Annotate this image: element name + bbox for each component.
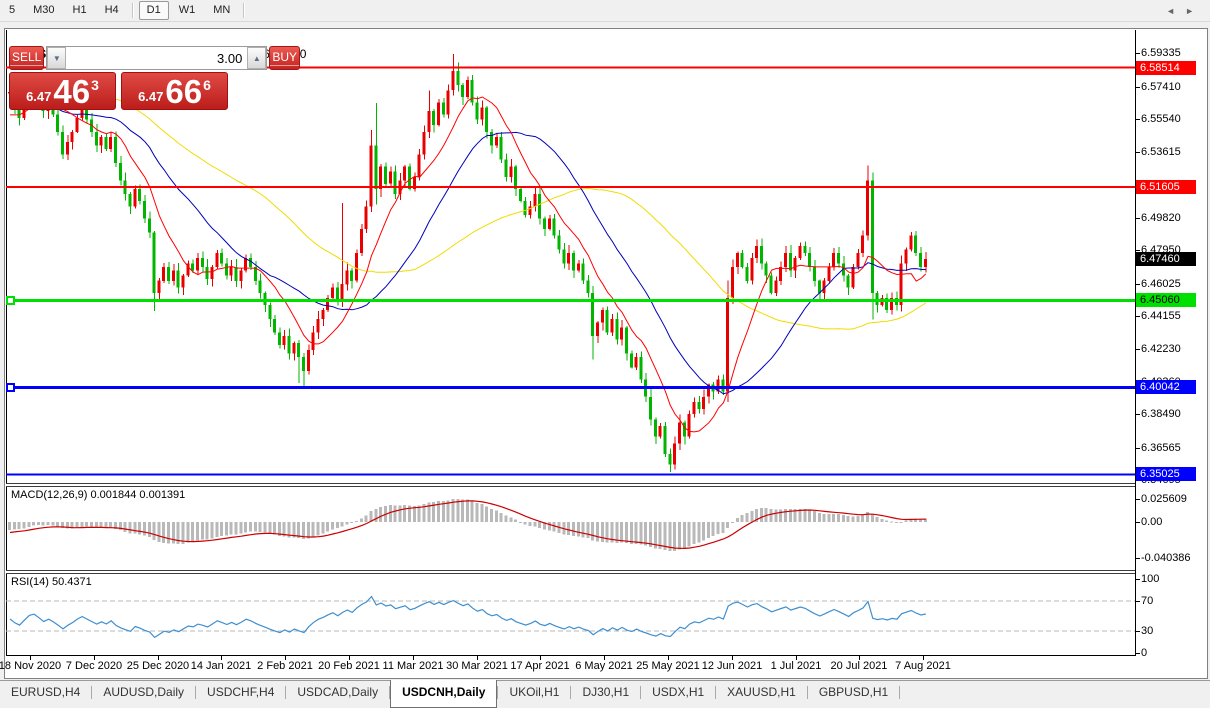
- toolbar-separator: [132, 3, 134, 18]
- up-arrow-icon: ▲: [253, 54, 261, 63]
- chart-tab-gbpusd[interactable]: GBPUSD,H1: [808, 681, 899, 707]
- price-tick-label: 6.42230: [1141, 342, 1181, 356]
- chart-tab-usdcnh[interactable]: USDCNH,Daily: [390, 680, 497, 708]
- timeframe-toolbar: 5M30H1H4 D1W1MN: [0, 0, 1210, 22]
- axis-tick-mark: [1135, 601, 1140, 602]
- price-tick-label: 6.46025: [1141, 277, 1181, 291]
- rsi-tick-label: 100: [1141, 572, 1159, 586]
- macd-tick-label: 0.025609: [1141, 492, 1187, 506]
- macd-tick-label: -0.040386: [1141, 551, 1191, 565]
- down-arrow-icon: ▼: [53, 54, 61, 63]
- chart-tab-audusd[interactable]: AUDUSD,Daily: [92, 681, 195, 707]
- price-level-badge: 6.45060: [1136, 293, 1196, 307]
- chart-tab-usdcad[interactable]: USDCAD,Daily: [286, 681, 389, 707]
- sell-price-prefix: 6.47: [26, 89, 51, 104]
- price-tick-label: 6.55540: [1141, 112, 1181, 126]
- buy-price-sup: 6: [203, 77, 211, 93]
- axis-tick-mark: [1135, 522, 1140, 523]
- price-level-badge: 6.47460: [1136, 252, 1196, 266]
- chart-tab-ukoil[interactable]: UKOil,H1: [498, 681, 570, 707]
- axis-tick-mark: [1135, 316, 1140, 317]
- tab-scroll-arrows: ◄►: [1166, 6, 1204, 16]
- timeframe-button-d1[interactable]: D1: [139, 1, 169, 20]
- axis-tick-mark: [1135, 87, 1140, 88]
- macd-tick-label: 0.00: [1141, 515, 1162, 529]
- axis-tick-mark: [1135, 653, 1140, 654]
- one-click-trading-panel: SELL ▼ ▲ BUY 6.47463 6.47666: [9, 46, 228, 110]
- rsi-tick-label: 0: [1141, 646, 1147, 660]
- chart-tab-eurusd[interactable]: EURUSD,H4: [0, 681, 91, 707]
- axis-tick-mark: [1135, 250, 1140, 251]
- axis-tick-mark: [1135, 284, 1140, 285]
- price-tick-label: 6.38490: [1141, 407, 1181, 421]
- volume-decrease-button[interactable]: ▼: [47, 47, 66, 69]
- time-axis-line: [6, 655, 1136, 656]
- buy-price-big: 66: [165, 75, 202, 109]
- timeframe-button-w1[interactable]: W1: [171, 1, 204, 20]
- timeframe-button-m30[interactable]: M30: [25, 1, 62, 20]
- volume-stepper: ▼ ▲: [46, 46, 267, 70]
- price-tick-label: 6.44155: [1141, 309, 1181, 323]
- axis-tick-mark: [1135, 631, 1140, 632]
- axis-tick-mark: [1135, 448, 1140, 449]
- timeframe-button-h1[interactable]: H1: [65, 1, 95, 20]
- axis-tick-mark: [1135, 218, 1140, 219]
- buy-price-prefix: 6.47: [138, 89, 163, 104]
- axis-tick-mark: [1135, 53, 1140, 54]
- axis-tick-mark: [1135, 152, 1140, 153]
- sell-price-big: 46: [53, 75, 90, 109]
- chart-tab-usdx[interactable]: USDX,H1: [641, 681, 715, 707]
- axis-tick-mark: [1135, 349, 1140, 350]
- chart-tab-dj30[interactable]: DJ30,H1: [571, 681, 640, 707]
- rsi-indicator-pane[interactable]: [6, 574, 1135, 655]
- price-tick-label: 6.49820: [1141, 211, 1181, 225]
- chart-tab-bar: EURUSD,H4AUDUSD,DailyUSDCHF,H4USDCAD,Dai…: [0, 680, 1210, 707]
- tab-scroll-right-icon[interactable]: ►: [1185, 6, 1204, 16]
- macd-label: MACD(12,26,9) 0.001844 0.001391: [11, 489, 185, 501]
- price-level-badge: 6.58514: [1136, 61, 1196, 75]
- sell-button[interactable]: SELL: [9, 46, 44, 70]
- chart-tab-xauusd[interactable]: XAUUSD,H1: [716, 681, 807, 707]
- axis-tick-mark: [1135, 119, 1140, 120]
- axis-tick-mark: [1135, 499, 1140, 500]
- toolbar-separator: [243, 3, 245, 18]
- price-axis-line: [1135, 30, 1136, 656]
- price-level-badge: 6.35025: [1136, 467, 1196, 481]
- timeframe-button-5[interactable]: 5: [1, 1, 23, 20]
- buy-button[interactable]: BUY: [269, 46, 300, 70]
- timeframe-button-h4[interactable]: H4: [97, 1, 127, 20]
- buy-price-box[interactable]: 6.47666: [121, 72, 228, 110]
- chart-tab-usdchf[interactable]: USDCHF,H4: [196, 681, 285, 707]
- tab-divider: [899, 686, 900, 699]
- rsi-label: RSI(14) 50.4371: [11, 576, 92, 588]
- sell-price-sup: 3: [91, 77, 99, 93]
- rsi-tick-label: 70: [1141, 594, 1153, 608]
- volume-increase-button[interactable]: ▲: [247, 47, 266, 69]
- axis-tick-mark: [1135, 414, 1140, 415]
- price-tick-label: 6.36565: [1141, 441, 1181, 455]
- price-level-badge: 6.51605: [1136, 180, 1196, 194]
- date-label: 7 Aug 2021: [878, 660, 968, 672]
- volume-input[interactable]: [66, 47, 247, 69]
- timeframe-button-mn[interactable]: MN: [205, 1, 238, 20]
- axis-tick-mark: [1135, 558, 1140, 559]
- price-level-badge: 6.40042: [1136, 380, 1196, 394]
- sell-price-box[interactable]: 6.47463: [9, 72, 116, 110]
- tab-scroll-left-icon[interactable]: ◄: [1166, 6, 1185, 16]
- axis-tick-mark: [1135, 579, 1140, 580]
- rsi-tick-label: 30: [1141, 624, 1153, 638]
- price-tick-label: 6.53615: [1141, 145, 1181, 159]
- price-tick-label: 6.59335: [1141, 46, 1181, 60]
- price-tick-label: 6.57410: [1141, 80, 1181, 94]
